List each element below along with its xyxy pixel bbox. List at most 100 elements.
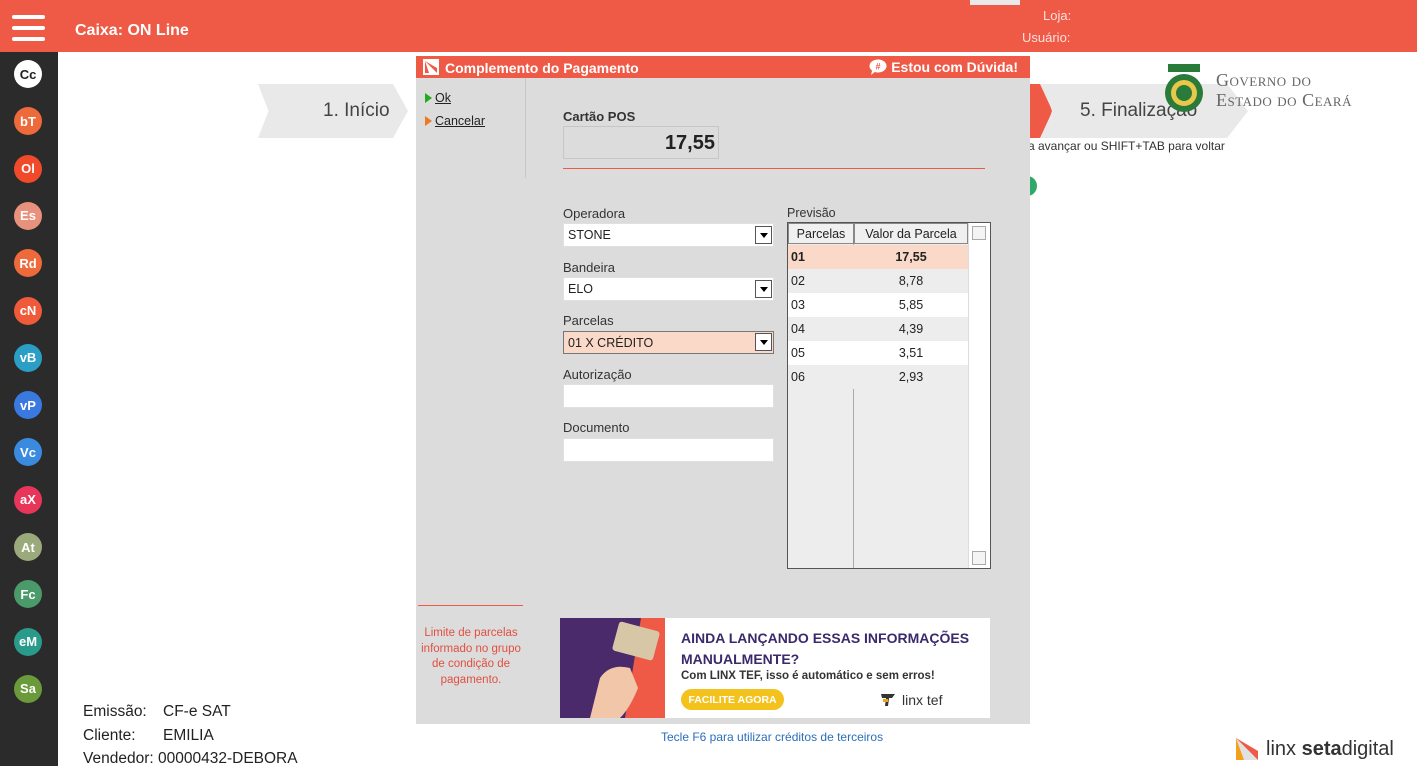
sidebar-item-ol[interactable]: Ol [14, 154, 42, 183]
divider [563, 168, 985, 169]
ok-label: Ok [435, 91, 451, 105]
sidebar-item-ax[interactable]: aX [14, 485, 42, 514]
app-title: Caixa: ON Line [75, 22, 189, 39]
navigation-hint: a avançar ou SHIFT+TAB para voltar [1028, 139, 1225, 153]
sidebar-item-fc[interactable]: Fc [14, 580, 42, 609]
vendedor-label: Vendedor: [83, 750, 154, 767]
play-icon [425, 116, 432, 126]
svg-text:#: # [876, 62, 881, 72]
note-divider [418, 605, 523, 606]
previsao-label: Previsão [787, 206, 836, 220]
payment-complement-dialog: Complemento do Pagamento # Estou com Dúv… [416, 56, 1030, 724]
sidebar-item-at[interactable]: At [14, 533, 42, 561]
linx-tef-logo: linx tef [880, 692, 942, 708]
parcelas-select[interactable]: 01 X CRÉDITO [563, 331, 774, 354]
sidebar-item-vb[interactable]: vB [14, 343, 42, 372]
play-icon [425, 93, 432, 103]
top-widget [970, 0, 1020, 5]
grid-header-parcelas[interactable]: Parcelas [788, 223, 854, 244]
emissao-value: CF-e SAT [163, 703, 231, 720]
parcelas-label: Parcelas [563, 313, 614, 328]
dropdown-arrow-icon[interactable] [755, 280, 772, 298]
sidebar-item-rd[interactable]: Rd [14, 249, 42, 278]
banner-title: AINDA LANÇANDO ESSAS INFORMAÇÕES MANUALM… [681, 630, 970, 667]
bandeira-select[interactable]: ELO [563, 277, 774, 301]
scroll-up-icon[interactable] [972, 226, 986, 240]
logo-line2: Estado do Ceará [1216, 90, 1352, 110]
grid-header: Parcelas Valor da Parcela [788, 223, 968, 244]
sidebar-item-es[interactable]: Es [14, 201, 42, 230]
table-row[interactable]: 05 3,51 [788, 341, 968, 365]
emissao-label: Emissão: [83, 703, 147, 720]
cliente-value: EMILIA [163, 726, 214, 744]
facilite-agora-button[interactable]: FACILITE AGORA [681, 689, 784, 710]
operadora-label: Operadora [563, 206, 626, 221]
table-row[interactable]: 02 8,78 [788, 269, 968, 293]
sidebar-item-vp[interactable]: vP [14, 391, 42, 420]
sale-info: Emissão: CF-e SAT Cliente: EMILIA Vendedor… [83, 700, 373, 771]
grid-scrollbar[interactable] [968, 223, 990, 568]
cancel-button[interactable]: Cancelar [425, 114, 485, 128]
loja-label: Loja: [1043, 8, 1072, 23]
cancel-label: Cancelar [435, 114, 486, 128]
autorizacao-input[interactable] [563, 384, 774, 408]
payment-type-label: Cartão POS [563, 109, 636, 124]
ok-button[interactable]: Ok [425, 91, 451, 105]
linx-tef-banner[interactable]: AINDA LANÇANDO ESSAS INFORMAÇÕES MANUALM… [560, 618, 990, 718]
cliente-label: Cliente: [83, 726, 136, 744]
installment-limit-note: Limite de parcelas informado no grupo de… [421, 627, 521, 686]
tef-logo-icon [881, 694, 895, 706]
bandeira-label: Bandeira [563, 260, 616, 275]
banner-subtitle: Com LINX TEF, isso é automático e sem er… [681, 670, 935, 682]
top-bar: Caixa: ON Line Loja: Usuário: [0, 0, 1417, 52]
help-label: Estou com Dúvida! [891, 59, 1018, 75]
step-inicio[interactable]: 1. Início [258, 84, 408, 138]
scroll-down-icon[interactable] [972, 551, 986, 565]
vendedor-value: 00000432-DEBORA [158, 750, 298, 767]
table-row[interactable]: 04 4,39 [788, 317, 968, 341]
ceara-seal-icon [1165, 64, 1203, 112]
step-inicio-label: 1. Início [323, 100, 390, 121]
operadora-value: STONE [568, 228, 611, 242]
linx-setadigital-logo: linx seta digital [1234, 736, 1394, 762]
grid-header-valor[interactable]: Valor da Parcela [854, 223, 968, 244]
sidebar-item-em[interactable]: eM [14, 627, 42, 656]
brand-linx: linx [1266, 737, 1302, 760]
brand-seta: seta [1301, 737, 1342, 760]
sidebar-item-cc[interactable]: Cc [14, 60, 42, 88]
card-hand-image [560, 618, 665, 718]
f6-hint: Tecle F6 para utilizar créditos de terce… [661, 730, 884, 744]
documento-label: Documento [563, 420, 630, 435]
table-row[interactable]: 06 2,93 [788, 365, 968, 389]
brand-digital: digital [1341, 737, 1394, 760]
table-row[interactable]: 03 5,85 [788, 293, 968, 317]
dialog-actions: Ok Cancelar [416, 78, 526, 178]
table-row[interactable]: 01 17,55 [788, 245, 968, 269]
sidebar-item-cn[interactable]: cN [14, 296, 42, 325]
sidebar: Cc bT Ol Es Rd cN vB vP Vc aX At Fc eM Sa [0, 52, 58, 766]
banner-brand: linx tef [902, 692, 943, 708]
operadora-select[interactable]: STONE [563, 223, 774, 247]
parcelas-value: 01 X CRÉDITO [568, 336, 654, 350]
documento-input[interactable] [563, 438, 774, 462]
governo-ceara-logo: Governo do Estado do Ceará [1162, 62, 1392, 118]
dropdown-arrow-icon[interactable] [755, 333, 772, 351]
amount-display: 17,55 [563, 126, 719, 159]
sidebar-item-vc[interactable]: Vc [14, 438, 42, 467]
installments-grid: Parcelas Valor da Parcela 01 17,55 02 8,78… [787, 222, 991, 569]
autorizacao-label: Autorização [563, 367, 632, 382]
menu-icon[interactable] [12, 15, 45, 43]
chat-bubble-icon: # [869, 59, 887, 75]
dialog-title: Complemento do Pagamento [445, 60, 639, 76]
sidebar-item-sa[interactable]: Sa [14, 674, 42, 703]
logo-line1: Governo do [1216, 70, 1312, 90]
credit-card-icon [590, 621, 660, 718]
sidebar-item-bt[interactable]: bT [14, 107, 42, 136]
usuario-label: Usuário: [1022, 30, 1071, 45]
linx-logo-icon [1236, 738, 1258, 760]
help-button[interactable]: # Estou com Dúvida! [869, 59, 1018, 75]
dropdown-arrow-icon[interactable] [755, 226, 772, 244]
bandeira-value: ELO [568, 282, 594, 296]
dialog-header: Complemento do Pagamento # Estou com Dúv… [416, 56, 1030, 78]
linx-logo-icon [423, 59, 439, 75]
